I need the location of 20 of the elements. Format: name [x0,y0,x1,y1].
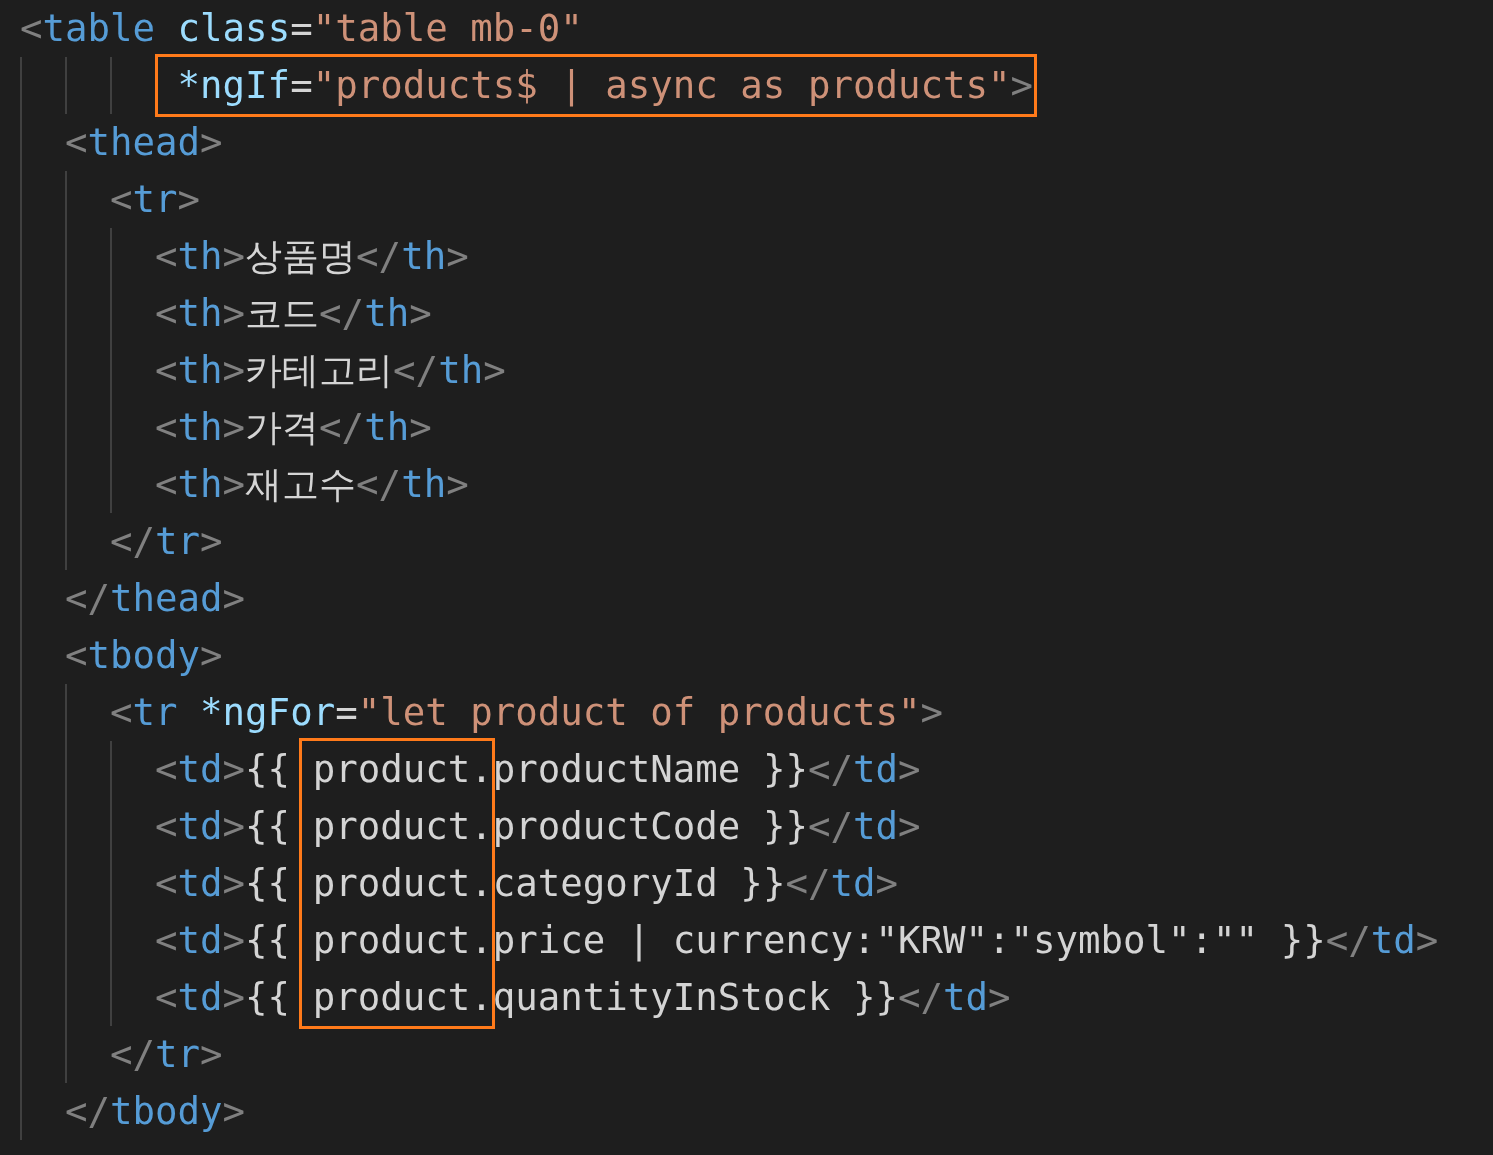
code-line: <table class="table mb-0" [20,7,583,50]
code-line: <th>재고수</th> [155,463,469,506]
code-line: <td>{{ product.price | currency:"KRW":"symbol":"" }}</td> [155,919,1439,962]
code-line: <thead> [65,121,223,164]
code-line: <th>가격</th> [155,406,432,449]
code-line: <tr *ngFor="let product of products"> [110,691,943,734]
code-line: <th>상품명</th> [155,235,469,278]
code-line: </tr> [110,1033,223,1076]
code-line: *ngIf="products$ | async as products"> [177,64,1033,107]
code-line: <td>{{ product.productCode }}</td> [155,805,921,848]
code-line: <tbody> [65,634,223,677]
code-line: <th>코드</th> [155,292,432,335]
code-line: <td>{{ product.productName }}</td> [155,748,921,791]
code-line: <tr> [110,178,201,221]
code-line: <th>카테고리</th> [155,349,506,392]
code-line: <td>{{ product.categoryId }}</td> [155,862,898,905]
code-line: </tbody> [65,1090,246,1133]
code-line: </tr> [110,520,223,563]
code-line: </thead> [65,577,246,620]
code-line: <td>{{ product.quantityInStock }}</td> [155,976,1011,1019]
